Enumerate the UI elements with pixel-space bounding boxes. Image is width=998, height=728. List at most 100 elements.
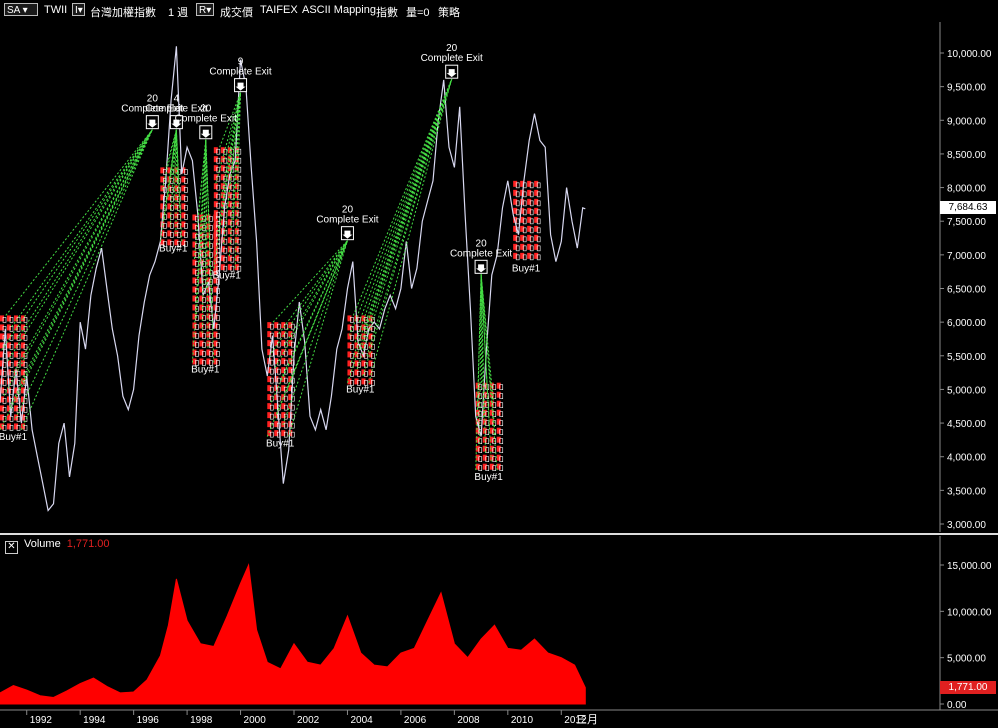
price-tick-label: 7,500.00 [947, 217, 986, 228]
close-volume-icon[interactable]: ✕ [5, 541, 18, 554]
date-axis: 1992 1994 1996 1998 2000 2002 2004 2006 2008 2010… [0, 709, 998, 726]
buy-signal-mark [520, 252, 525, 259]
entry-exit-line [286, 240, 348, 391]
volume-current-value: 1,771.00 [66, 538, 110, 550]
buy-signal-mark [167, 203, 172, 210]
buy-signal-mark [206, 313, 211, 320]
buy-signal-mark [220, 165, 225, 172]
volume-tick-label: 0.00 [947, 700, 967, 711]
buy-signal-mark [192, 232, 197, 239]
buy-signal-mark [213, 237, 218, 244]
entry-exit-line [1, 129, 153, 351]
buy-label: Buy#1 [213, 270, 242, 281]
price-tick-label: 8,500.00 [947, 150, 986, 161]
entry-exit-line [366, 79, 453, 356]
buy-signal-mark [14, 351, 18, 358]
buy-label: Buy#1 [512, 264, 541, 275]
buy-signal-mark [192, 259, 197, 266]
date-tick-label: 1996 [137, 715, 160, 726]
buy-signal-mark [281, 322, 286, 329]
entry-exit-line [5, 129, 153, 316]
buy-signal-mark [181, 212, 186, 219]
date-tick-label: 1998 [190, 715, 213, 726]
buy-signal-mark [281, 385, 286, 392]
buy-signal-mark [192, 214, 197, 221]
buy-signal-mark [368, 360, 373, 367]
price-tick-label: 8,000.00 [947, 184, 986, 195]
buy-label: Buy#1 [191, 365, 220, 376]
buy-signal-mark [7, 315, 11, 322]
entry-cluster: Buy#1 [0, 315, 27, 443]
volume-tick-label: 15,000.00 [947, 561, 992, 572]
volume-tick-label: 5,000.00 [947, 654, 986, 665]
buy-signal-mark [234, 192, 239, 199]
buy-signal-mark [527, 180, 532, 187]
buy-signal-mark [496, 436, 501, 443]
buy-signal-mark [213, 201, 218, 208]
buy-signal-mark [14, 405, 18, 412]
buy-signal-mark [181, 194, 186, 201]
date-tick-label: 1994 [83, 715, 106, 726]
buy-signal-mark [482, 454, 487, 461]
price-tick-label: 6,000.00 [947, 318, 986, 329]
date-tick-label: 1992 [30, 715, 53, 726]
buy-signal-mark [192, 313, 197, 320]
buy-signal-mark [496, 418, 501, 425]
buy-signal-mark [347, 315, 352, 322]
buy-signal-mark [281, 403, 286, 410]
buy-signal-mark [206, 349, 211, 356]
buy-signal-mark [513, 207, 518, 214]
buy-signal-mark [534, 198, 539, 205]
buy-signal-mark [267, 394, 272, 401]
buy-signal-mark [267, 421, 272, 428]
panel-divider[interactable] [0, 533, 998, 535]
exit-label: Complete Exit [209, 67, 271, 78]
exit-markers: 20Complete Exit4Complete Exit20Complete … [121, 43, 512, 274]
buy-signal-mark [7, 342, 11, 349]
buy-signal-mark [534, 243, 539, 250]
buy-signal-mark [213, 192, 218, 199]
date-tick-label: 2010 [511, 715, 534, 726]
buy-signal-mark [534, 216, 539, 223]
buy-signal-mark [489, 427, 494, 434]
buy-signal-mark [0, 333, 4, 340]
date-tick-label: 2008 [457, 715, 480, 726]
buy-signal-mark [267, 385, 272, 392]
buy-signal-mark [227, 210, 232, 217]
entry-exit-line [11, 129, 153, 328]
complete-exit-marker: 20Complete Exit [421, 43, 483, 79]
buy-signal-mark [267, 331, 272, 338]
buy-signal-mark [206, 304, 211, 311]
buy-signal-mark [489, 454, 494, 461]
buy-signal-mark [167, 230, 172, 237]
buy-signal-mark [482, 445, 487, 452]
buy-signal-mark [220, 264, 225, 271]
buy-signal-mark [14, 342, 18, 349]
buy-signal-mark [227, 264, 232, 271]
buy-signal-mark [347, 360, 352, 367]
buy-signal-mark [192, 277, 197, 284]
buy-signal-mark [534, 189, 539, 196]
volume-series-area [0, 563, 586, 705]
entry-exit-line [354, 79, 453, 343]
volume-tick-label: 10,000.00 [947, 607, 992, 618]
buy-signal-mark [274, 430, 279, 437]
date-tick-label: 2000 [244, 715, 267, 726]
price-tick-label: 4,500.00 [947, 419, 986, 430]
entry-cluster: Buy#1 [474, 382, 503, 483]
buy-signal-mark [213, 147, 218, 154]
buy-signal-mark [7, 423, 11, 430]
buy-signal-mark [213, 340, 218, 347]
price-tick-label: 6,500.00 [947, 285, 986, 296]
date-tick-label: 2006 [404, 715, 427, 726]
price-tick-label: 3,500.00 [947, 486, 986, 497]
entry-exit-line [15, 129, 153, 419]
buy-signal-mark [527, 189, 532, 196]
buy-signal-mark [513, 243, 518, 250]
chart-canvas[interactable]: Buy#1Buy#1Buy#1Buy#1Buy#1Buy#1Buy#1Buy#1… [0, 0, 998, 728]
entry-exit-line [272, 240, 348, 323]
buy-signal-mark [181, 203, 186, 210]
buy-signal-mark [274, 349, 279, 356]
exit-label: Complete Exit [316, 215, 378, 226]
buy-signal-mark [534, 207, 539, 214]
